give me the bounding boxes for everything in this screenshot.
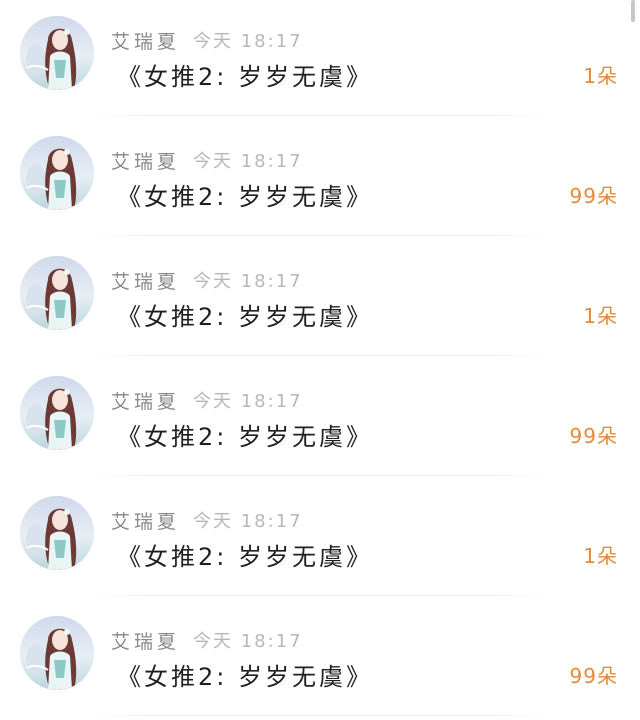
avatar[interactable] bbox=[20, 256, 94, 330]
sender-name: 艾瑞夏 bbox=[111, 511, 181, 533]
list-item[interactable]: 艾瑞夏 今天 18:17 《女推2: 岁岁无虞》 99朵 bbox=[0, 360, 640, 480]
book-title[interactable]: 《女推2: 岁岁无虞》 bbox=[117, 297, 373, 332]
sender-name: 艾瑞夏 bbox=[111, 31, 181, 53]
book-title[interactable]: 《女推2: 岁岁无虞》 bbox=[117, 177, 373, 212]
timestamp: 今天 18:17 bbox=[193, 511, 303, 532]
timestamp: 今天 18:17 bbox=[193, 631, 303, 652]
sender-name: 艾瑞夏 bbox=[111, 151, 181, 173]
list-item[interactable]: 艾瑞夏 今天 18:17 《女推2: 岁岁无虞》 99朵 bbox=[0, 600, 640, 720]
avatar-portrait-icon bbox=[20, 376, 94, 450]
timestamp: 今天 18:17 bbox=[193, 151, 303, 172]
avatar-portrait-icon bbox=[20, 616, 94, 690]
gift-count: 99朵 bbox=[569, 424, 618, 448]
scrollbar-thumb[interactable] bbox=[631, 0, 635, 22]
gift-count: 1朵 bbox=[583, 64, 618, 88]
avatar-portrait-icon bbox=[20, 136, 94, 210]
divider bbox=[90, 475, 550, 476]
divider bbox=[90, 595, 550, 596]
gift-count: 99朵 bbox=[569, 184, 618, 208]
book-title[interactable]: 《女推2: 岁岁无虞》 bbox=[117, 657, 373, 692]
gift-record-list: 艾瑞夏 今天 18:17 《女推2: 岁岁无虞》 1朵 艾瑞夏 今天 18:17… bbox=[0, 0, 640, 720]
timestamp: 今天 18:17 bbox=[193, 31, 303, 52]
divider bbox=[90, 355, 550, 356]
gift-count: 99朵 bbox=[569, 664, 618, 688]
timestamp: 今天 18:17 bbox=[193, 391, 303, 412]
avatar-portrait-icon bbox=[20, 16, 94, 90]
divider bbox=[90, 235, 550, 236]
avatar[interactable] bbox=[20, 376, 94, 450]
list-item[interactable]: 艾瑞夏 今天 18:17 《女推2: 岁岁无虞》 1朵 bbox=[0, 240, 640, 360]
avatar[interactable] bbox=[20, 616, 94, 690]
avatar[interactable] bbox=[20, 136, 94, 210]
divider bbox=[90, 715, 550, 716]
list-item[interactable]: 艾瑞夏 今天 18:17 《女推2: 岁岁无虞》 1朵 bbox=[0, 0, 640, 120]
sender-name: 艾瑞夏 bbox=[111, 391, 181, 413]
sender-name: 艾瑞夏 bbox=[111, 631, 181, 653]
book-title[interactable]: 《女推2: 岁岁无虞》 bbox=[117, 537, 373, 572]
avatar[interactable] bbox=[20, 16, 94, 90]
timestamp: 今天 18:17 bbox=[193, 271, 303, 292]
avatar[interactable] bbox=[20, 496, 94, 570]
book-title[interactable]: 《女推2: 岁岁无虞》 bbox=[117, 417, 373, 452]
avatar-portrait-icon bbox=[20, 496, 94, 570]
gift-count: 1朵 bbox=[583, 544, 618, 568]
sender-name: 艾瑞夏 bbox=[111, 271, 181, 293]
avatar-portrait-icon bbox=[20, 256, 94, 330]
gift-count: 1朵 bbox=[583, 304, 618, 328]
list-item[interactable]: 艾瑞夏 今天 18:17 《女推2: 岁岁无虞》 1朵 bbox=[0, 480, 640, 600]
list-item[interactable]: 艾瑞夏 今天 18:17 《女推2: 岁岁无虞》 99朵 bbox=[0, 120, 640, 240]
divider bbox=[90, 115, 550, 116]
book-title[interactable]: 《女推2: 岁岁无虞》 bbox=[117, 57, 373, 92]
